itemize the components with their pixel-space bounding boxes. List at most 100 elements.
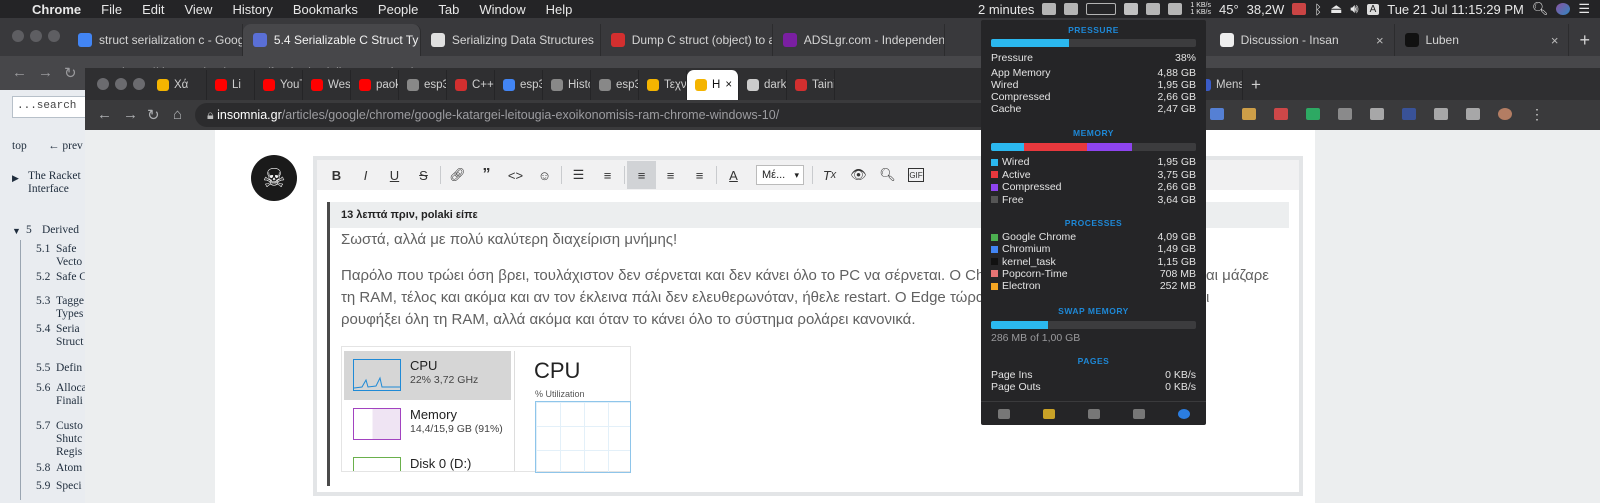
front-tab[interactable]: C++ [447,70,495,100]
front-back-arrow-icon[interactable]: ← [97,106,112,123]
back-tab[interactable]: 5.4 Serializable C Struct Ty× [242,24,421,56]
terminal-icon[interactable] [1087,408,1100,419]
docs-item-label[interactable]: Alloca Finali [56,382,87,408]
power-draw[interactable]: 38,2W [1247,2,1285,17]
timer-text[interactable]: 2 minutes [978,2,1034,17]
front-reload-icon[interactable]: ↻ [147,106,160,124]
menu-item-people[interactable]: People [378,2,418,17]
back-tab[interactable]: Luben × [1395,24,1570,56]
back-tab[interactable]: Serializing Data Structures× [421,24,601,56]
badge-extension-icon[interactable] [1274,108,1288,120]
shield-icon[interactable] [1168,3,1183,15]
clear-format-icon[interactable]: Tx [815,161,844,189]
front-tab[interactable]: West [303,70,351,100]
memory-status-icon[interactable] [1124,3,1139,15]
front-close-window-button[interactable] [97,78,109,90]
preview-eye-icon[interactable]: 👁︎ [844,161,873,189]
app-menu[interactable]: Chrome [32,2,81,17]
text-color-icon[interactable]: A [719,161,748,189]
link-icon[interactable]: 🔗︎ [443,161,472,189]
menu-item-bookmarks[interactable]: Bookmarks [293,2,358,17]
new-tab-button[interactable]: + [1569,24,1600,56]
front-tab[interactable]: esp3 [495,70,543,100]
front-zoom-window-button[interactable] [133,78,145,90]
numbered-list-icon[interactable]: ≡ [593,161,622,189]
front-tab[interactable]: esp3 [399,70,447,100]
puzzle-icon[interactable] [1434,108,1448,120]
docs-item-label[interactable]: Speci [56,480,82,493]
search-doc-icon[interactable]: 🔍︎ [873,161,902,189]
docs-item-label[interactable]: Custo Shutc Regis [56,420,83,459]
profile-avatar[interactable] [1498,108,1512,120]
notification-center-icon[interactable]: ☰ [1578,1,1590,17]
front-tab[interactable]: paok [351,70,399,100]
volume-icon[interactable]: 🔊︎ [1350,1,1358,17]
temperature[interactable]: 45° [1219,2,1239,17]
front-tab[interactable]: dark [739,70,787,100]
menu-item-view[interactable]: View [184,2,212,17]
bug-icon[interactable] [1370,108,1384,120]
code-icon[interactable]: <> [501,161,530,189]
istat-settings-icon[interactable] [1177,408,1190,419]
menu-kebab-icon[interactable]: ⋮ [1530,107,1544,121]
notification-icon[interactable] [1292,3,1307,15]
strikethrough-button[interactable]: S [409,161,438,189]
menu-item-file[interactable]: File [101,2,122,17]
docs-item-label[interactable]: Safe Vecto [56,243,82,269]
eject-status-icon[interactable]: ⏏ [1330,1,1342,17]
docs-item-label[interactable]: Tagge Types [56,295,84,321]
docs-item-label[interactable]: Atom [56,462,82,475]
bold-button[interactable]: B [322,161,351,189]
front-tab[interactable]: Taini [787,70,835,100]
front-tab[interactable]: H × [687,70,739,100]
cpu-graph-icon[interactable] [1064,3,1079,15]
menu-item-window[interactable]: Window [479,2,525,17]
bullet-list-icon[interactable]: ☰ [564,161,593,189]
front-tab[interactable]: Histo [543,70,591,100]
italic-button[interactable]: I [351,161,380,189]
front-tab[interactable]: YouT [255,70,303,100]
menu-item-tab[interactable]: Tab [438,2,459,17]
front-address-bar[interactable]: 🔒︎ insomnia.gr/articles/google/chrome/go… [195,103,1095,127]
close-tab-icon[interactable]: × [725,79,732,91]
front-tab[interactable]: Li [207,70,255,100]
inv-icon[interactable] [1402,108,1416,120]
front-new-tab-button[interactable]: + [1243,70,1269,100]
back-tab[interactable]: Dump C struct (object) to a× [601,24,773,56]
gpu-icon[interactable] [1146,3,1161,15]
front-minimize-window-button[interactable] [115,78,127,90]
clock[interactable]: Tue 21 Jul 11:15:29 PM [1387,2,1524,17]
cpu-meter-icon[interactable] [1086,3,1117,15]
input-source-icon[interactable]: A [1366,3,1380,15]
home-icon[interactable]: ⌂ [173,106,182,123]
close-tab-icon[interactable]: × [1551,33,1559,48]
docs-item-label[interactable]: Safe C [56,271,87,284]
forward-arrow-icon[interactable]: → [38,64,53,81]
underline-button[interactable]: U [380,161,409,189]
menu-item-help[interactable]: Help [546,2,573,17]
align-right-icon[interactable]: ≡ [685,161,714,189]
front-tab[interactable]: Χά [149,70,207,100]
front-forward-arrow-icon[interactable]: → [123,106,138,123]
front-tab[interactable]: Τεχν [639,70,687,100]
malwarebytes-icon[interactable] [1042,3,1057,15]
emoji-icon[interactable]: ☺ [530,161,559,189]
front-tab[interactable]: esp3 [591,70,639,100]
back-arrow-icon[interactable]: ← [12,64,27,81]
pencil-icon[interactable] [1242,108,1256,120]
font-select[interactable]: Μέ... ▾ [756,165,804,185]
memory-chip-icon[interactable] [1042,408,1055,419]
docs-item-label[interactable]: Defin [56,362,82,375]
menu-item-history[interactable]: History [232,2,272,17]
eject-icon[interactable] [1132,408,1145,419]
reading-list-icon[interactable] [1466,108,1480,120]
reload-icon[interactable]: ↻ [64,64,77,82]
docs-item-label[interactable]: Seria Struct [56,323,83,349]
getcrx-icon[interactable] [1338,108,1352,120]
user-avatar[interactable]: ☠ [251,155,297,201]
align-center-icon[interactable]: ≡ [656,161,685,189]
gif-icon[interactable]: GIF [908,168,924,182]
activity-monitor-icon[interactable] [997,408,1010,419]
extension-icon[interactable] [1210,108,1224,120]
network-speed[interactable]: 1 KB/s 1 KB/s [1190,2,1211,16]
